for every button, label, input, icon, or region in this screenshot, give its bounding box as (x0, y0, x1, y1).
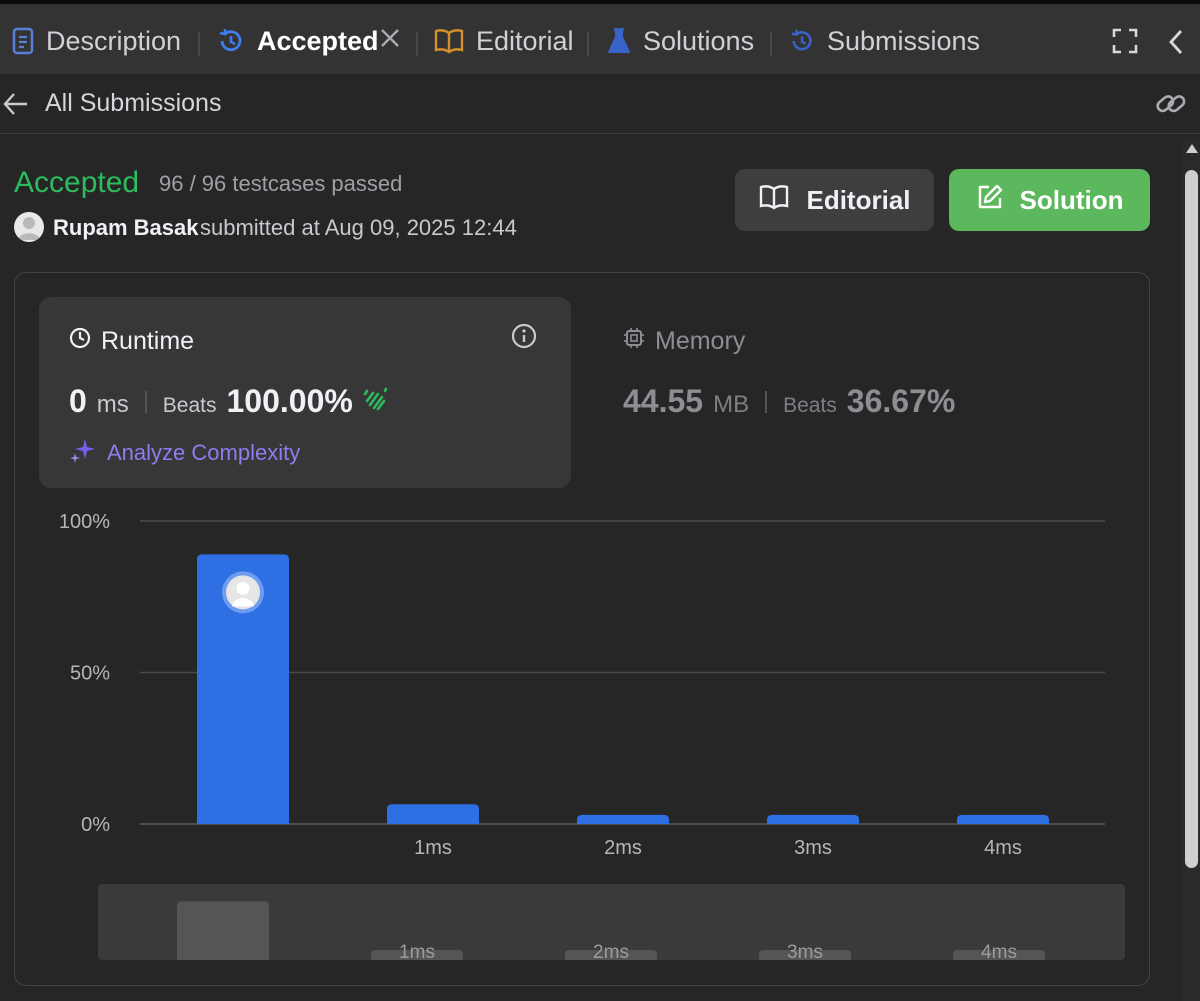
analyze-complexity-link[interactable]: Analyze Complexity (69, 436, 300, 470)
x-tick-label: 4ms (984, 837, 1022, 859)
edit-icon (976, 183, 1004, 218)
submitted-timestamp: submitted at Aug 09, 2025 12:44 (200, 215, 517, 240)
subheader: All Submissions (0, 74, 1200, 134)
tab-solutions-label: Solutions (643, 25, 755, 56)
submission-detail-panel: All Submissions Accepted 96 / 96 testcas… (0, 74, 1200, 1001)
tab-editorial-label: Editorial (476, 25, 574, 56)
y-tick-label: 100% (59, 511, 110, 533)
runtime-title: Runtime (69, 327, 194, 356)
runtime-value: 0 (69, 383, 87, 419)
overview-tick-label: 2ms (593, 942, 629, 960)
avatar-head (236, 581, 250, 595)
divider (144, 390, 147, 413)
tab-divider (587, 32, 589, 56)
divider (765, 390, 768, 413)
tab-submissions-label: Submissions (827, 25, 981, 56)
tab-editorial[interactable]: Editorial (434, 8, 574, 74)
runtime-metrics: 0 ms Beats 100.00% (69, 383, 389, 420)
tab-accepted-label: Accepted (257, 25, 379, 56)
memory-title-label: Memory (655, 327, 746, 355)
runtime-title-label: Runtime (101, 327, 195, 355)
memory-value: 44.55 (623, 383, 704, 419)
y-tick-label: 0% (81, 814, 110, 836)
overview-tick-label: 3ms (787, 942, 823, 960)
analyze-complexity-label: Analyze Complexity (107, 440, 301, 465)
tab-divider (198, 32, 200, 56)
tab-accepted[interactable]: Accepted (217, 8, 379, 74)
tab-description-label: Description (46, 25, 182, 56)
info-icon[interactable] (511, 323, 537, 354)
x-tick-label: 1ms (414, 837, 452, 859)
arrow-left-icon[interactable] (2, 89, 30, 124)
chevron-left-icon[interactable] (1167, 28, 1185, 61)
book-icon (434, 28, 464, 54)
scrollbar-thumb[interactable] (1185, 170, 1198, 868)
author-name[interactable]: Rupam Basak (53, 215, 199, 241)
memory-metrics: 44.55 MB Beats 36.67% (623, 383, 955, 420)
history-icon (789, 28, 815, 54)
runtime-beats-label: Beats (162, 394, 217, 417)
all-submissions-link[interactable]: All Submissions (45, 89, 221, 118)
scroll-up-arrow-icon[interactable] (1186, 144, 1198, 153)
book-icon (758, 184, 790, 217)
avatar[interactable] (14, 212, 44, 242)
close-icon[interactable] (378, 26, 402, 55)
chip-icon (623, 327, 645, 356)
solution-button-label: Solution (1019, 184, 1124, 215)
clock-icon (69, 327, 91, 356)
tab-bar: Description Accepted Editorial Solutions… (0, 0, 1200, 74)
overview-bars: 1ms 2ms 3ms 4ms (177, 901, 1045, 960)
link-icon[interactable] (1154, 89, 1188, 124)
memory-beats-label: Beats (783, 394, 837, 417)
runtime-beats-percent: 100.00% (226, 383, 353, 419)
memory-unit: MB (713, 391, 750, 418)
solution-button[interactable]: Solution (949, 169, 1150, 231)
chart-bar (957, 814, 1049, 824)
description-icon (12, 27, 34, 55)
runtime-distribution-chart: 0% 50% 100% 1ms 2ms 3ms 4ms (59, 511, 1105, 859)
overview-bar (177, 901, 269, 960)
runtime-card[interactable]: Runtime 0 ms Beats 100.00% Analyze Compl… (39, 297, 571, 488)
testcases-passed: 96 / 96 testcases passed (159, 171, 403, 196)
tab-solutions[interactable]: Solutions (607, 8, 754, 74)
tab-divider (770, 32, 772, 56)
tab-description[interactable]: Description (12, 8, 181, 74)
chart-bar (387, 804, 479, 824)
y-tick-label: 50% (70, 663, 110, 685)
chart-bar (577, 814, 669, 824)
sparkle-icon (69, 436, 97, 470)
fullscreen-icon[interactable] (1112, 28, 1138, 59)
x-tick-label: 3ms (794, 837, 832, 859)
editorial-button-label: Editorial (806, 184, 911, 215)
tab-divider (416, 32, 418, 56)
tab-submissions[interactable]: Submissions (789, 8, 980, 74)
chart-bar (767, 814, 859, 824)
chart-overview-slider[interactable]: 1ms 2ms 3ms 4ms (98, 884, 1125, 960)
runtime-unit: ms (96, 391, 129, 418)
submission-status: Accepted (14, 166, 140, 199)
memory-title[interactable]: Memory (623, 327, 745, 356)
clap-icon (361, 385, 389, 418)
overview-tick-label: 1ms (399, 942, 435, 960)
editorial-button[interactable]: Editorial (735, 169, 934, 231)
memory-beats-percent: 36.67% (846, 383, 956, 419)
flask-icon (607, 27, 631, 55)
history-icon (217, 27, 245, 55)
overview-tick-label: 4ms (981, 942, 1017, 960)
x-tick-label: 2ms (604, 837, 642, 859)
